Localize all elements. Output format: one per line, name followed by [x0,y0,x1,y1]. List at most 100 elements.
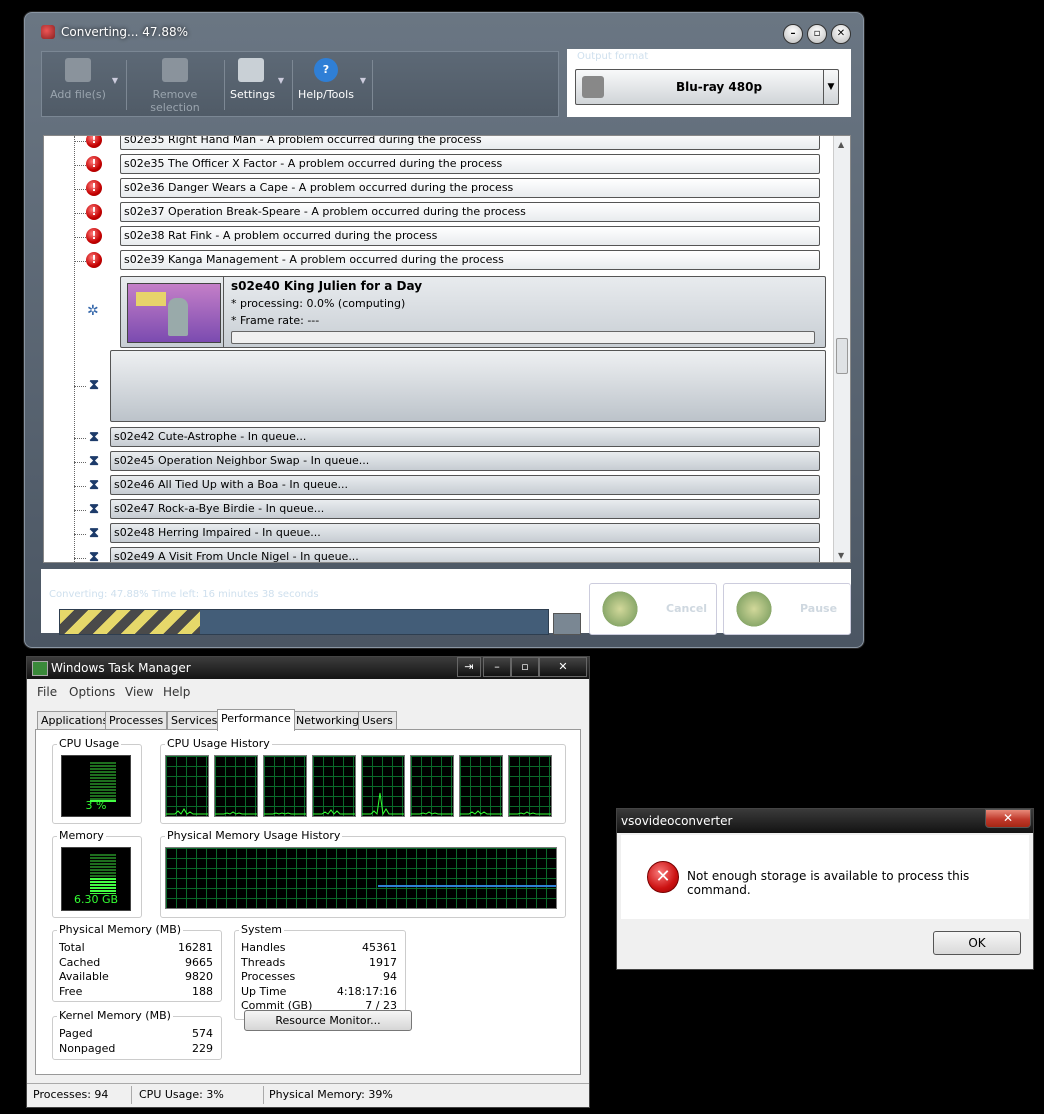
error-icon: ✕ [647,861,679,893]
stat-nonpaged: Nonpaged 229 [59,1042,213,1055]
stat-threads: Threads 1917 [241,956,397,969]
tab-processes[interactable]: Processes [105,711,168,730]
dialog-body: ✕ Not enough storage is available to pro… [621,835,1029,919]
cpu-history-line [411,811,453,815]
cpu-core-graph [214,755,258,817]
empty-item[interactable] [110,350,826,422]
list-item[interactable]: ⧗ s02e49 A Visit From Uncle Nigel - In q… [44,546,834,563]
chevron-down-icon[interactable]: ▼ [360,76,366,85]
cpu-core-graph [312,755,356,817]
tab-users[interactable]: Users [358,711,397,730]
processing-icon: ✲ [87,303,99,319]
overall-progress-bar [59,609,549,635]
task-manager-window: Windows Task Manager ⇥ – ▫ ✕ File Option… [26,656,590,1108]
stat-total: Total 16281 [59,941,213,954]
kernel-memory-group: Kernel Memory (MB) Paged 574 Nonpaged 229 [52,1009,222,1060]
physical-memory-group: Physical Memory (MB) Total 16281 Cached 96… [52,923,222,1002]
dialog-title: vsovideoconverter [621,814,733,828]
cpu-usage-meter: 3 % [61,755,131,817]
cpu-core-graph [361,755,405,817]
list-item[interactable]: ⧗ s02e42 Cute-Astrophe - In queue... [44,426,834,450]
item-progress-bar [231,331,815,344]
list-item[interactable]: ⧗ s02e47 Rock-a-Bye Birdie - In queue... [44,498,834,522]
cpu-history-line [264,812,306,815]
folder-icon[interactable] [553,613,581,635]
list-item[interactable]: ⧗ s02e45 Operation Neighbor Swap - In qu… [44,450,834,474]
list-item[interactable]: ! s02e37 Operation Break-Speare - A prob… [44,201,834,225]
resource-monitor-button[interactable]: Resource Monitor... [244,1010,412,1031]
close-button[interactable]: ✕ [831,24,851,44]
maximize-button[interactable]: ▫ [511,657,539,677]
menu-view[interactable]: View [125,685,153,699]
list-item[interactable]: ! s02e39 Kanga Management - A problem oc… [44,249,834,273]
list-item[interactable]: ! s02e38 Rat Fink - A problem occurred d… [44,225,834,249]
error-icon: ! [86,228,102,244]
stat-available: Available 9820 [59,970,213,983]
menu-help[interactable]: Help [163,685,190,699]
dialog-message: Not enough storage is available to proce… [687,869,970,897]
scroll-down-icon[interactable]: ▼ [838,551,844,560]
hourglass-icon: ⧗ [89,453,99,469]
settings-icon [238,58,264,82]
performance-panel: CPU Usage 3 % CPU Usage History Memory 6… [35,729,581,1075]
converter-toolbar: Add file(s) ▼ Remove selection Settings … [41,51,559,117]
hourglass-icon: ⧗ [89,549,99,563]
status-bar: Processes: 94 CPU Usage: 3% Physical Mem… [27,1083,589,1106]
minimize-button[interactable]: – [783,24,803,44]
list-item[interactable]: ! s02e36 Danger Wears a Cape - A problem… [44,177,834,201]
menu-file[interactable]: File [37,685,57,699]
dialog-close-button[interactable]: ✕ [985,809,1031,828]
pause-button[interactable]: Pause [723,583,851,635]
chevron-down-icon[interactable]: ▼ [823,70,838,104]
settings-button[interactable]: Settings ▼ [230,58,284,112]
video-thumbnail [127,283,221,343]
pause-icon [734,588,774,630]
status-cpu: CPU Usage: 3% [139,1088,224,1101]
cpu-core-graph [508,755,552,817]
processing-name: s02e40 King Julien for a Day [231,279,423,293]
tab-performance[interactable]: Performance [217,709,295,731]
cpu-history-line [509,811,551,815]
switch-window-button[interactable]: ⇥ [457,657,481,677]
remove-selection-button[interactable]: Remove selection [132,58,218,114]
output-format-label: Output format [577,51,649,62]
close-button[interactable]: ✕ [539,657,587,677]
list-item[interactable]: ! s02e35 Right Hand Man - A problem occu… [44,136,834,153]
frame-rate: * Frame rate: --- [231,314,320,327]
add-files-button[interactable]: Add file(s) ▼ [50,58,118,112]
cancel-button[interactable]: Cancel [589,583,717,635]
tab-applications[interactable]: Applications [37,711,113,730]
hourglass-icon: ⧗ [89,525,99,541]
ok-button[interactable]: OK [933,931,1021,955]
minimize-button[interactable]: – [483,657,511,677]
hourglass-icon: ⧗ [89,501,99,517]
chevron-down-icon[interactable]: ▼ [278,76,284,85]
stat-handles: Handles 45361 [241,941,397,954]
tab-services[interactable]: Services [167,711,222,730]
remove-file-icon [162,58,188,82]
list-item[interactable]: ⧗ s02e48 Herring Impaired - In queue... [44,522,834,546]
menu-options[interactable]: Options [69,685,115,699]
scroll-up-icon[interactable]: ▲ [838,140,844,149]
hourglass-icon: ⧗ [89,477,99,493]
processing-item[interactable]: ✲ s02e40 King Julien for a Day * process… [87,276,826,348]
list-item[interactable]: ! s02e35 The Officer X Factor - A proble… [44,153,834,177]
error-icon: ! [86,156,102,172]
system-group: System Handles 45361 Threads 1917 Processe… [234,923,406,1020]
scrollbar-thumb[interactable] [836,338,848,374]
output-format-select[interactable]: Blu-ray 480p ▼ [575,69,839,105]
cpu-core-graph [459,755,503,817]
file-list[interactable]: ! s02e35 Right Hand Man - A problem occu… [43,135,851,563]
tab-networking[interactable]: Networking [292,711,363,730]
error-icon: ! [86,204,102,220]
help-tools-button[interactable]: ? Help/Tools ▼ [298,58,366,112]
maximize-button[interactable]: ▫ [807,24,827,44]
app-icon [41,25,55,39]
stat-free: Free 188 [59,985,213,998]
chevron-down-icon[interactable]: ▼ [112,76,118,85]
cpu-usage-group: CPU Usage 3 % [52,737,142,824]
list-scrollbar[interactable]: ▲ ▼ [833,136,850,562]
error-icon: ! [86,252,102,268]
stat-paged: Paged 574 [59,1027,213,1040]
list-item[interactable]: ⧗ s02e46 All Tied Up with a Boa - In que… [44,474,834,498]
